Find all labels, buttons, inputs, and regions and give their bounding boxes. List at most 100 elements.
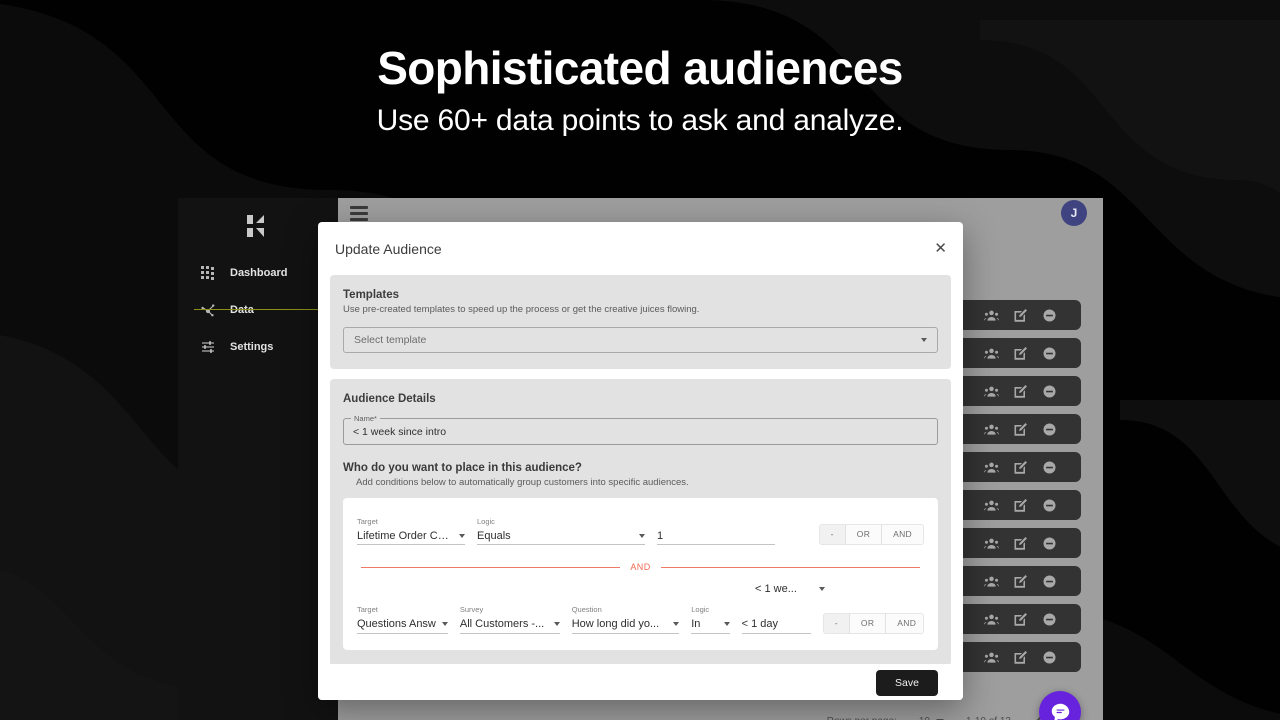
sidebar-item-data[interactable]: Data bbox=[178, 291, 338, 328]
avatar[interactable]: J bbox=[1061, 200, 1087, 226]
condition-button-or[interactable]: OR bbox=[844, 525, 882, 545]
remove-circle-icon[interactable] bbox=[1042, 460, 1057, 475]
sidebar-item-dashboard[interactable]: Dashboard bbox=[178, 254, 338, 291]
divider-line-right bbox=[660, 566, 921, 568]
remove-circle-icon[interactable] bbox=[1042, 498, 1057, 513]
promo-subtitle: Use 60+ data points to ask and analyze. bbox=[376, 104, 904, 138]
conditions-question-heading: Who do you want to place in this audienc… bbox=[343, 462, 582, 474]
modal-footer: Save bbox=[318, 664, 963, 700]
app-logo bbox=[178, 198, 338, 254]
condition-field[interactable]: Survey All Customers -... bbox=[459, 605, 560, 634]
rows-per-page-select[interactable]: 10 bbox=[919, 716, 944, 720]
sidebar-item-settings[interactable]: Settings bbox=[178, 328, 338, 365]
sidebar-active-divider bbox=[194, 309, 338, 310]
condition-row: Target Questions Answ Survey All Customers … bbox=[357, 583, 925, 634]
group-people-icon[interactable] bbox=[984, 308, 999, 323]
templates-description: Use pre-created templates to speed up th… bbox=[343, 304, 700, 315]
app-sidebar: Dashboard Data Settings bbox=[178, 198, 338, 720]
templates-panel: Templates Use pre-created templates to s… bbox=[330, 275, 951, 369]
condition-field-label bbox=[742, 606, 811, 614]
group-people-icon[interactable] bbox=[984, 498, 999, 513]
condition-field[interactable]: Question How long did yo... bbox=[571, 605, 680, 634]
condition-text-input[interactable]: < 1 day bbox=[741, 616, 811, 634]
condition-field-value: In bbox=[691, 618, 701, 630]
audience-name-field[interactable]: Name* < 1 week since intro bbox=[343, 414, 938, 445]
edit-pencil-icon[interactable] bbox=[1013, 422, 1028, 437]
conditions-question-sub: Add conditions below to automatically gr… bbox=[356, 477, 689, 488]
remove-circle-icon[interactable] bbox=[1042, 346, 1057, 361]
group-people-icon[interactable] bbox=[984, 422, 999, 437]
chevron-down-icon bbox=[673, 622, 680, 626]
condition-field-label: Survey bbox=[459, 605, 484, 615]
condition-select[interactable]: Questions Answ bbox=[357, 616, 448, 634]
chevron-down-icon bbox=[723, 622, 730, 626]
group-people-icon[interactable] bbox=[984, 346, 999, 361]
chevron-down-icon bbox=[921, 338, 927, 342]
remove-circle-icon[interactable] bbox=[1042, 574, 1057, 589]
condition-field[interactable]: 1 bbox=[657, 518, 775, 546]
remove-circle-icon[interactable] bbox=[1042, 650, 1057, 665]
condition-value-chip[interactable]: < 1 we... bbox=[755, 583, 825, 595]
condition-button-remove[interactable]: - bbox=[823, 613, 849, 633]
condition-field-value: Questions Answ bbox=[357, 618, 436, 630]
condition-field-label: Logic bbox=[477, 517, 495, 526]
save-button[interactable]: Save bbox=[876, 670, 938, 696]
condition-field[interactable]: < 1 day bbox=[741, 606, 811, 634]
condition-text-input[interactable]: 1 bbox=[657, 527, 775, 546]
remove-circle-icon[interactable] bbox=[1042, 308, 1057, 323]
condition-button-remove[interactable]: - bbox=[819, 525, 845, 545]
group-people-icon[interactable] bbox=[984, 650, 999, 665]
rows-per-page-label: Rows per page: bbox=[827, 716, 897, 720]
condition-field[interactable]: Target Questions Answ bbox=[357, 605, 448, 634]
condition-select[interactable]: Equals bbox=[477, 527, 645, 546]
chevron-down-icon bbox=[639, 533, 645, 538]
condition-field[interactable]: Logic In bbox=[691, 605, 730, 634]
remove-circle-icon[interactable] bbox=[1042, 384, 1057, 399]
conditions-card: Target Lifetime Order Count Logic Equals 1 -… bbox=[343, 498, 938, 650]
condition-select[interactable]: In bbox=[691, 616, 730, 634]
update-audience-modal: Update Audience ✕ Templates Use pre-crea… bbox=[318, 222, 963, 700]
promo-stage: Sophisticated audiences Use 60+ data poi… bbox=[0, 0, 1280, 720]
remove-circle-icon[interactable] bbox=[1042, 422, 1057, 437]
group-people-icon[interactable] bbox=[984, 384, 999, 399]
chevron-down-icon bbox=[818, 587, 825, 592]
edit-pencil-icon[interactable] bbox=[1013, 384, 1028, 399]
close-icon[interactable]: ✕ bbox=[934, 241, 947, 256]
promo-title: Sophisticated audiences bbox=[377, 42, 903, 94]
edit-pencil-icon[interactable] bbox=[1013, 574, 1028, 589]
remove-circle-icon[interactable] bbox=[1042, 612, 1057, 627]
edit-pencil-icon[interactable] bbox=[1013, 346, 1028, 361]
group-people-icon[interactable] bbox=[984, 536, 999, 551]
edit-pencil-icon[interactable] bbox=[1013, 498, 1028, 513]
templates-heading: Templates bbox=[343, 289, 400, 301]
audience-name-value: < 1 week since intro bbox=[353, 425, 447, 438]
group-people-icon[interactable] bbox=[984, 460, 999, 475]
remove-circle-icon[interactable] bbox=[1042, 536, 1057, 551]
sliders-icon bbox=[200, 339, 216, 355]
condition-logic-buttons: - OR AND bbox=[818, 524, 924, 546]
edit-pencil-icon[interactable] bbox=[1013, 536, 1028, 551]
sidebar-item-label: Settings bbox=[230, 340, 274, 353]
condition-field[interactable]: Logic Equals bbox=[477, 517, 645, 546]
sidebar-item-label: Dashboard bbox=[230, 266, 288, 279]
condition-field-label: Target bbox=[357, 605, 378, 615]
rows-per-page-value: 10 bbox=[919, 716, 930, 720]
condition-button-and[interactable]: AND bbox=[885, 613, 924, 633]
edit-pencil-icon[interactable] bbox=[1013, 308, 1028, 323]
group-people-icon[interactable] bbox=[984, 574, 999, 589]
edit-pencil-icon[interactable] bbox=[1013, 650, 1028, 665]
group-people-icon[interactable] bbox=[984, 612, 999, 627]
condition-select[interactable]: Lifetime Order Count bbox=[357, 527, 465, 546]
condition-field-value: 1 bbox=[657, 529, 664, 542]
modal-body: Templates Use pre-created templates to s… bbox=[318, 275, 963, 666]
edit-pencil-icon[interactable] bbox=[1013, 612, 1028, 627]
condition-logic-buttons: - OR AND bbox=[822, 612, 925, 634]
edit-pencil-icon[interactable] bbox=[1013, 460, 1028, 475]
condition-field-label bbox=[657, 518, 775, 526]
template-select[interactable]: Select template bbox=[343, 327, 938, 353]
condition-select[interactable]: How long did yo... bbox=[571, 616, 680, 634]
condition-button-and[interactable]: AND bbox=[881, 525, 923, 545]
condition-button-or[interactable]: OR bbox=[848, 613, 886, 633]
condition-select[interactable]: All Customers -... bbox=[459, 616, 560, 634]
condition-field[interactable]: Target Lifetime Order Count bbox=[357, 517, 465, 546]
